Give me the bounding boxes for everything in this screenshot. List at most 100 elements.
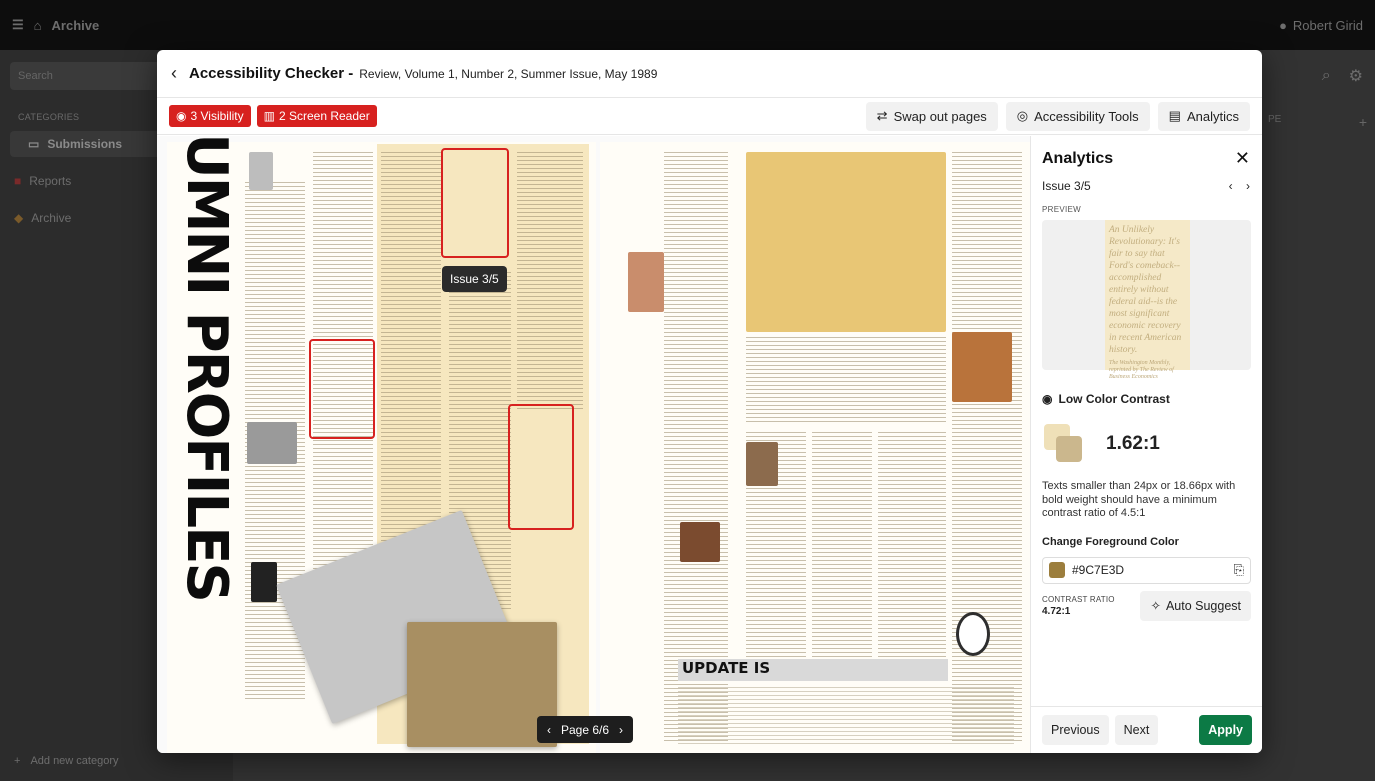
issue-highlight-2[interactable] [309,339,375,439]
modal-toolbar: ◉ 3 Visibility ▥ 2 Screen Reader ⇄ Swap … [157,98,1262,135]
issue-nav-arrows: ‹ › [1229,179,1250,193]
contrast-summary: 1.62:1 [1031,406,1262,464]
apply-button[interactable]: Apply [1199,715,1252,745]
text-column [678,687,1014,747]
portrait-photo [628,252,664,312]
page-indicator: Page 6/6 [561,722,610,737]
trophy-photo [746,152,946,332]
close-icon[interactable]: ✕ [1235,148,1250,169]
app-brand[interactable]: ☰ ⌂ Archive [12,17,99,33]
panel-title: Analytics [1042,149,1114,167]
next-button[interactable]: Next [1114,715,1159,745]
logo-photo [251,562,277,602]
submissions-icon: ▭ [28,137,40,151]
fg-color-label: Change Foreground Color [1042,535,1179,548]
column-label: PE [1268,114,1282,125]
eye-icon: ◉ [176,109,187,123]
preview-snippet: An Unlikely Revolutionary: It's fair to … [1105,220,1190,380]
update-heading: UPDATE IS [678,659,948,681]
issue-highlight-1[interactable] [441,148,509,258]
text-column [812,432,872,662]
modal-title: Accessibility Checker - [189,65,354,82]
issue-navigator: Issue 3/5 ‹ › [1031,173,1262,193]
panel-footer: Previous Next Apply [1031,706,1262,753]
document-page-left: ALUMNI PROFILES Issue 3/5 [167,136,596,753]
visibility-issues-chip[interactable]: ◉ 3 Visibility [169,105,251,127]
user-name: Robert Girid [1292,17,1363,33]
sidebar-item-label: Archive [31,211,72,225]
chip-label: 2 Screen Reader [278,109,370,123]
magic-wand-icon: ✧ [1150,599,1161,613]
swap-pages-button[interactable]: ⇄ Swap out pages [865,101,998,131]
app-name: Archive [51,17,100,33]
text-column [517,152,583,412]
contrast-ratio-row: CONTRAST RATIO 4.72:1 ✧ Auto Suggest [1031,584,1262,621]
auto-suggest-button[interactable]: ✧ Auto Suggest [1140,590,1251,621]
fg-color-swatch[interactable] [1049,562,1065,578]
document-page-right: UPDATE IS [600,142,1030,753]
user-menu[interactable]: ● Robert Girid [1279,18,1363,33]
clipboard-icon: ▤ [1168,108,1181,123]
issue-description: Texts smaller than 24px or 18.66px with … [1042,480,1236,519]
previous-button[interactable]: Previous [1042,715,1109,745]
button-label: Accessibility Tools [1034,108,1139,124]
menu-icon[interactable]: ☰ [12,17,24,33]
gear-icon[interactable]: ⚙ [1349,66,1363,86]
emblem-photo [956,612,990,656]
button-label: Analytics [1186,108,1239,124]
add-category-button[interactable]: + Add new category [14,755,119,767]
prev-page-icon[interactable]: ‹ [547,723,551,737]
vertical-headline: ALUMNI PROFILES [174,136,239,600]
color-swatches [1044,424,1084,464]
plus-icon: + [14,755,21,767]
accessibility-icon: ◎ [1016,108,1029,123]
nyt-magazine-photo [407,622,557,747]
modal-header: ‹ Accessibility Checker - Review, Volume… [157,50,1262,98]
contrast-ratio-label: CONTRAST RATIO [1042,594,1115,604]
preview-caption: The Washington Monthly, reprinted by The… [1109,360,1174,380]
text-column [746,337,946,422]
fg-color-value: #9C7E3D [1072,563,1125,577]
add-column-icon[interactable]: + [1359,114,1367,130]
eye-icon: ◉ [1042,392,1053,406]
text-column [878,432,946,662]
text-column [381,152,441,572]
preview-label: PREVIEW [1042,205,1081,214]
screen-reader-issues-chip[interactable]: ▥ 2 Screen Reader [256,105,377,127]
flower-photo [952,332,1012,402]
headline-text: ALUMNI PROFILES [173,136,239,601]
fg-color-field[interactable]: #9C7E3D ⎘ [1042,556,1251,584]
reports-icon: ■ [14,174,22,188]
button-label: Auto Suggest [1165,598,1241,613]
new-contrast: CONTRAST RATIO 4.72:1 [1042,595,1115,617]
sidebar-item-label: Reports [29,174,72,188]
document-viewer[interactable]: ALUMNI PROFILES Issue 3/5 UPDATE IS ‹ Pa… [157,136,1030,753]
contrast-ratio: 1.62:1 [1106,433,1160,454]
chevron-right-icon[interactable]: › [1246,179,1250,193]
text-column [952,152,1022,742]
archive-icon: ⌂ [33,17,42,33]
portrait-photo [680,522,720,562]
issue-tooltip: Issue 3/5 [442,266,507,292]
panel-header: Analytics ✕ [1031,136,1262,173]
text-swatch [1056,436,1082,462]
sidebar-item-reports[interactable]: ■ Reports [14,174,71,188]
issue-highlight-3[interactable] [508,404,574,530]
book-icon: ▥ [263,109,275,123]
accessibility-tools-button[interactable]: ◎ Accessibility Tools [1005,101,1150,131]
accessibility-checker-modal: ‹ Accessibility Checker - Review, Volume… [157,50,1262,753]
search-icon[interactable]: ⌕ [1322,67,1331,85]
analytics-button[interactable]: ▤ Analytics [1157,101,1250,131]
issue-type-label: Low Color Contrast [1058,392,1170,406]
back-icon[interactable]: ‹ [171,63,177,84]
eyedropper-icon[interactable]: ⎘ [1234,562,1244,578]
text-column [664,152,728,742]
issue-preview: An Unlikely Revolutionary: It's fair to … [1042,220,1251,380]
page-navigator: ‹ Page 6/6 › [537,716,634,743]
preview-text: An Unlikely Revolutionary: It's fair to … [1109,225,1182,355]
sidebar-item-archive[interactable]: ◆ Archive [14,211,71,225]
categories-label: CATEGORIES [18,112,80,122]
next-page-icon[interactable]: › [619,723,623,737]
chevron-left-icon[interactable]: ‹ [1229,179,1233,193]
add-category-label: Add new category [30,755,119,767]
